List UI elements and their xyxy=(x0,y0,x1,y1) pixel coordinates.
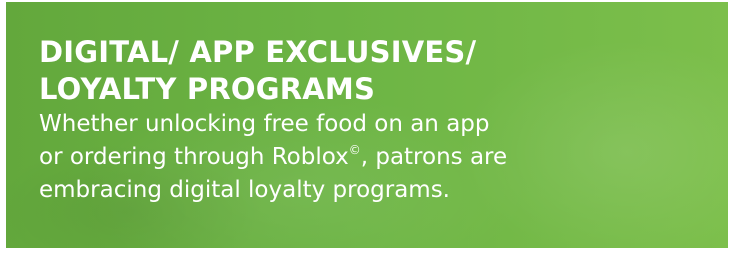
loyalty-programs-banner: DIGITAL/ APP EXCLUSIVES/ LOYALTY PROGRAM… xyxy=(6,2,728,248)
headline-line-2: LOYALTY PROGRAMS xyxy=(39,72,376,106)
description-line-2: or ordering through Roblox©, patrons are xyxy=(39,141,699,174)
description-line-2-end: , patrons are xyxy=(360,144,508,170)
copyright-mark: © xyxy=(348,143,361,157)
description-line-3: embracing digital loyalty programs. xyxy=(39,177,450,203)
banner-headline: DIGITAL/ APP EXCLUSIVES/ LOYALTY PROGRAM… xyxy=(39,34,699,108)
banner-content: DIGITAL/ APP EXCLUSIVES/ LOYALTY PROGRAM… xyxy=(39,34,699,207)
banner-description: Whether unlocking free food on an app or… xyxy=(39,108,699,207)
description-line-1: Whether unlocking free food on an app xyxy=(39,111,490,137)
description-line-2-start: or ordering through Roblox xyxy=(39,144,349,170)
headline-line-1: DIGITAL/ APP EXCLUSIVES/ xyxy=(39,35,477,69)
